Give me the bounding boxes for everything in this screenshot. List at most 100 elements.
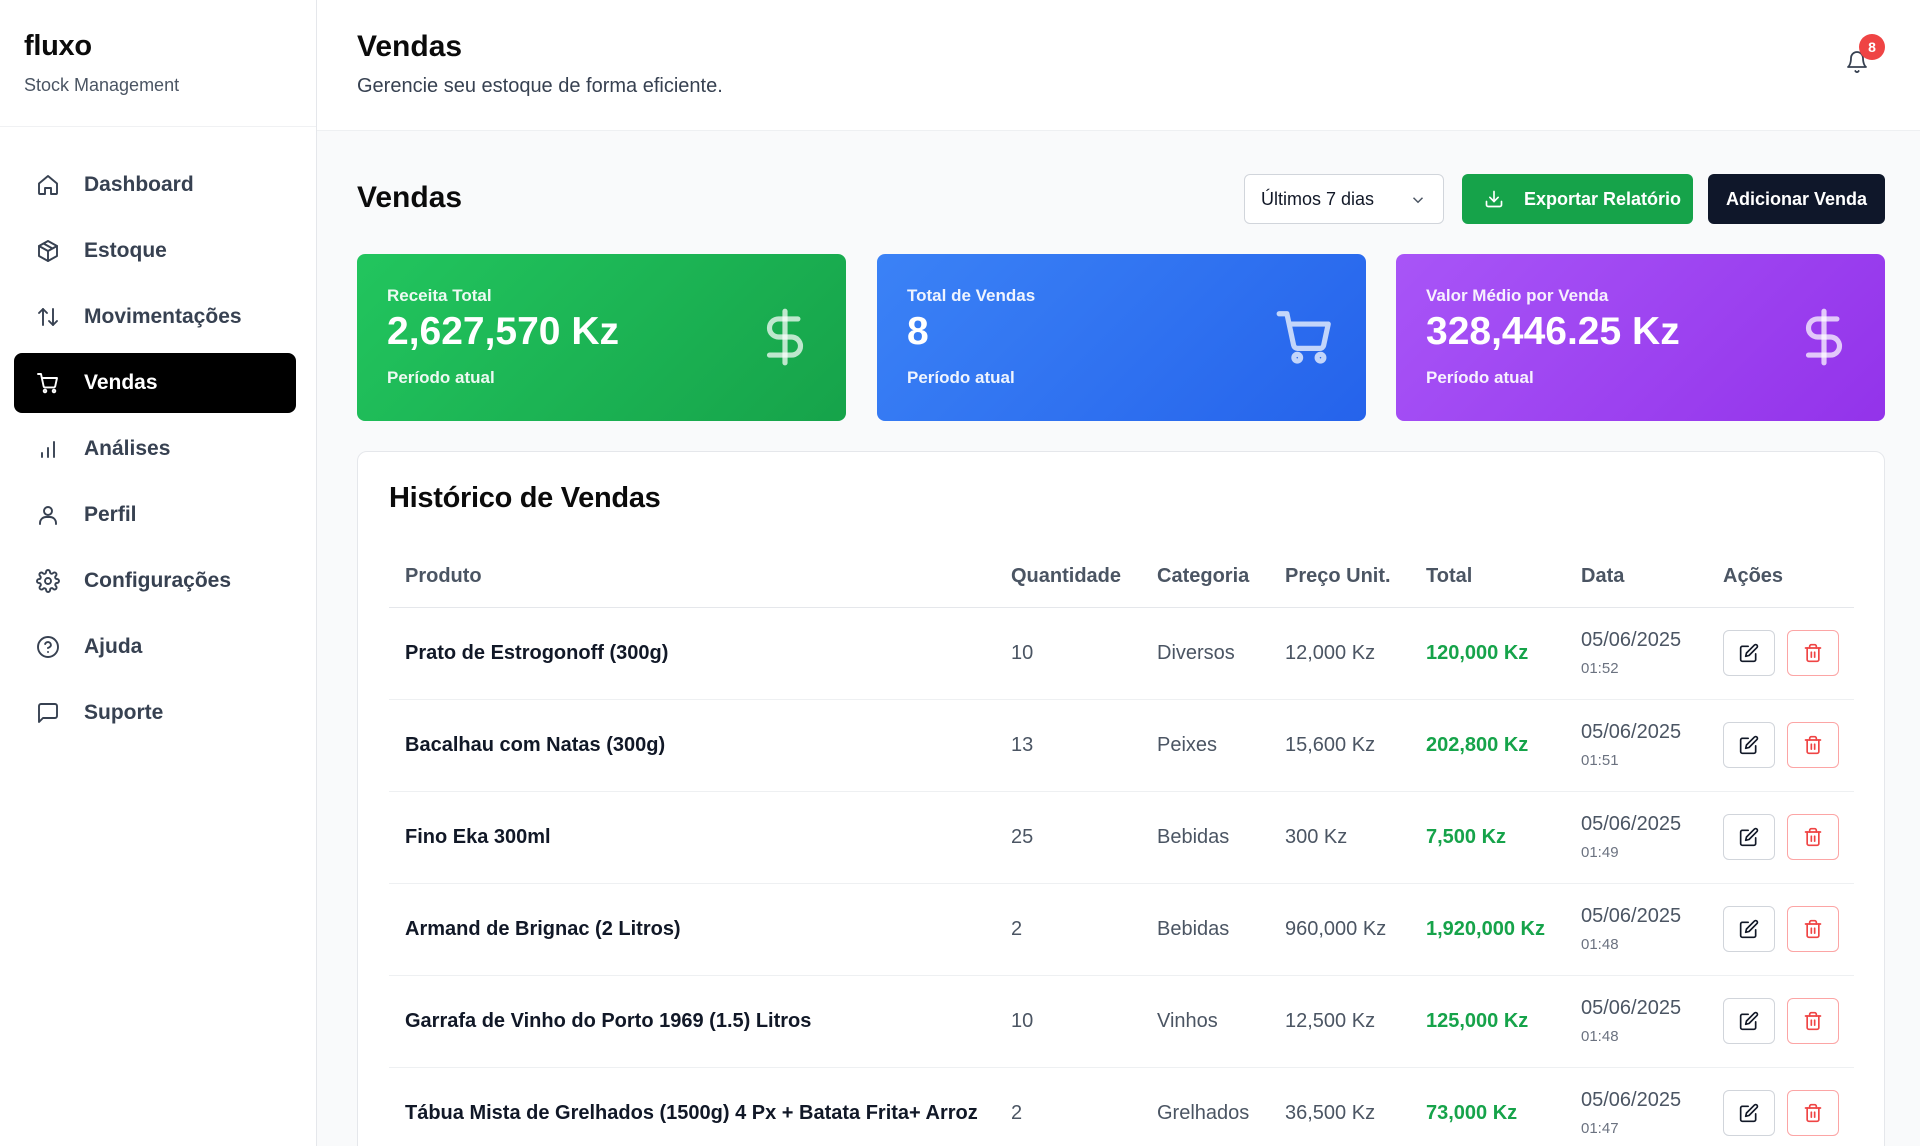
cell-quantidade: 10 — [995, 975, 1141, 1068]
sale-time: 01:52 — [1581, 660, 1619, 677]
sidebar-item-configuracoes[interactable]: Configurações — [14, 551, 296, 611]
sale-date: 05/06/2025 — [1581, 905, 1682, 927]
sidebar-item-label: Ajuda — [84, 635, 143, 658]
edit-button[interactable] — [1723, 722, 1775, 768]
sidebar-item-vendas[interactable]: Vendas — [14, 353, 296, 413]
trash-icon — [1804, 1011, 1822, 1031]
sidebar-item-estoque[interactable]: Estoque — [14, 221, 296, 281]
cell-categoria: Vinhos — [1141, 975, 1269, 1068]
delete-button[interactable] — [1787, 998, 1839, 1044]
row-actions — [1723, 906, 1854, 952]
row-actions — [1723, 630, 1854, 676]
edit-icon — [1739, 643, 1759, 663]
dollar-icon — [754, 306, 816, 368]
edit-button[interactable] — [1723, 814, 1775, 860]
edit-icon — [1739, 827, 1759, 847]
sidebar-item-label: Dashboard — [84, 173, 194, 196]
download-icon — [1485, 190, 1503, 208]
sale-date: 05/06/2025 — [1581, 629, 1682, 651]
column-header: Data — [1565, 547, 1707, 608]
sidebar-item-movimentacoes[interactable]: Movimentações — [14, 287, 296, 347]
delete-button[interactable] — [1787, 722, 1839, 768]
sidebar-item-suporte[interactable]: Suporte — [14, 683, 296, 743]
brand: fluxo Stock Management — [0, 0, 316, 127]
row-actions — [1723, 814, 1854, 860]
cell-categoria: Bebidas — [1141, 883, 1269, 976]
cell-preco: 12,500 Kz — [1269, 975, 1410, 1068]
cell-acoes — [1707, 791, 1854, 884]
cell-total: 120,000 Kz — [1410, 607, 1565, 700]
main-content: Vendas Últimos 7 dias Exportar Relatório… — [317, 131, 1920, 1146]
section-title: Vendas — [357, 181, 463, 214]
edit-icon — [1739, 735, 1759, 755]
trash-icon — [1804, 827, 1822, 847]
cart-icon — [34, 369, 62, 397]
sidebar-item-dashboard[interactable]: Dashboard — [14, 155, 296, 215]
period-select-value: Últimos 7 dias — [1261, 188, 1375, 209]
add-sale-button[interactable]: Adicionar Venda — [1708, 174, 1885, 224]
trash-icon — [1804, 735, 1822, 755]
user-icon — [34, 501, 62, 529]
sale-time: 01:49 — [1581, 844, 1619, 861]
period-select[interactable]: Últimos 7 dias — [1244, 174, 1444, 224]
sidebar-item-perfil[interactable]: Perfil — [14, 485, 296, 545]
page-subtitle: Gerencie seu estoque de forma eficiente. — [357, 75, 723, 97]
help-circle-icon — [34, 633, 62, 661]
edit-button[interactable] — [1723, 630, 1775, 676]
cell-acoes — [1707, 607, 1854, 700]
delete-button[interactable] — [1787, 814, 1839, 860]
edit-icon — [1739, 919, 1759, 939]
cell-produto: Bacalhau com Natas (300g) — [389, 699, 995, 792]
stat-card-foot: Período atual — [1426, 368, 1534, 387]
row-actions — [1723, 1090, 1854, 1136]
edit-icon — [1739, 1011, 1759, 1031]
cell-quantidade: 2 — [995, 1067, 1141, 1146]
gear-icon — [34, 567, 62, 595]
sidebar-item-ajuda[interactable]: Ajuda — [14, 617, 296, 677]
cell-produto: Tábua Mista de Grelhados (1500g) 4 Px + … — [389, 1067, 995, 1146]
stat-card-foot: Período atual — [387, 368, 495, 387]
table-row: Fino Eka 300ml 25 Bebidas 300 Kz 7,500 K… — [389, 791, 1854, 884]
cell-total: 1,920,000 Kz — [1410, 883, 1565, 976]
sale-date: 05/06/2025 — [1581, 997, 1682, 1019]
sidebar-item-label: Configurações — [84, 569, 232, 592]
stat-card-foot: Período atual — [907, 368, 1015, 387]
edit-button[interactable] — [1723, 906, 1775, 952]
sidebar-item-analises[interactable]: Análises — [14, 419, 296, 479]
export-report-button[interactable]: Exportar Relatório — [1462, 174, 1693, 224]
row-actions — [1723, 722, 1854, 768]
message-icon — [34, 699, 62, 727]
table-header-row: Produto Quantidade Categoria Preço Unit.… — [389, 547, 1854, 608]
sidebar-item-label: Análises — [84, 437, 171, 460]
cell-quantidade: 13 — [995, 699, 1141, 792]
cell-categoria: Peixes — [1141, 699, 1269, 792]
edit-button[interactable] — [1723, 1090, 1775, 1136]
column-header: Quantidade — [995, 547, 1141, 608]
delete-button[interactable] — [1787, 906, 1839, 952]
cell-preco: 36,500 Kz — [1269, 1067, 1410, 1146]
cell-quantidade: 2 — [995, 883, 1141, 976]
cell-acoes — [1707, 699, 1854, 792]
column-header: Total — [1410, 547, 1565, 608]
cell-categoria: Diversos — [1141, 607, 1269, 700]
sale-time: 01:47 — [1581, 1120, 1619, 1137]
bar-chart-icon — [34, 435, 62, 463]
cell-data: 05/06/2025 01:51 — [1565, 699, 1707, 792]
home-icon — [34, 171, 62, 199]
sale-date: 05/06/2025 — [1581, 813, 1682, 835]
edit-button[interactable] — [1723, 998, 1775, 1044]
box-icon — [34, 237, 62, 265]
delete-button[interactable] — [1787, 630, 1839, 676]
column-header: Ações — [1707, 547, 1854, 608]
cell-data: 05/06/2025 01:52 — [1565, 607, 1707, 700]
arrows-up-down-icon — [34, 303, 62, 331]
cell-categoria: Bebidas — [1141, 791, 1269, 884]
delete-button[interactable] — [1787, 1090, 1839, 1136]
cell-preco: 12,000 Kz — [1269, 607, 1410, 700]
trash-icon — [1804, 919, 1822, 939]
cell-acoes — [1707, 883, 1854, 976]
cell-produto: Fino Eka 300ml — [389, 791, 995, 884]
sale-date: 05/06/2025 — [1581, 1089, 1682, 1111]
cell-produto: Armand de Brignac (2 Litros) — [389, 883, 995, 976]
sales-table: Produto Quantidade Categoria Preço Unit.… — [389, 547, 1854, 1146]
